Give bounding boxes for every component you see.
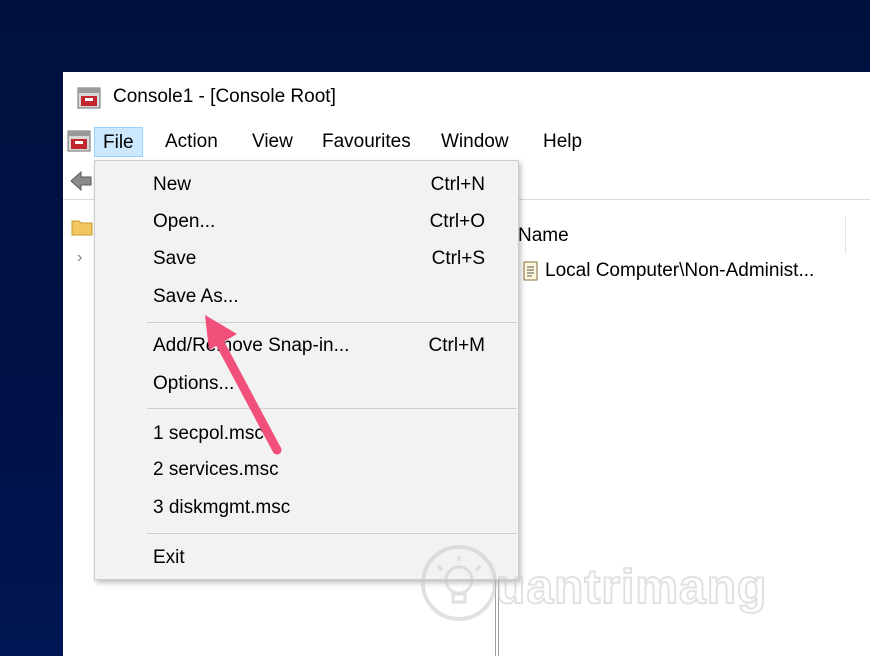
menu-item-label: New: [153, 174, 192, 195]
menu-item-label: Open...: [153, 211, 216, 232]
menu-item-label: Add/Remove Snap-in...: [153, 335, 350, 356]
menu-item-open[interactable]: Open... Ctrl+O: [95, 203, 518, 240]
system-menu-icon[interactable]: [67, 129, 91, 153]
menu-item-label: Save As...: [153, 286, 239, 307]
menu-item-new[interactable]: New Ctrl+N: [95, 166, 518, 203]
back-arrow-icon[interactable]: [69, 170, 93, 192]
menu-favourites[interactable]: Favourites: [314, 127, 419, 157]
column-separator[interactable]: [845, 216, 846, 254]
menu-help[interactable]: Help: [535, 127, 590, 157]
menu-item-options[interactable]: Options...: [95, 365, 518, 402]
list-item-label: Local Computer\Non-Administ...: [545, 260, 815, 281]
file-dropdown-menu: New Ctrl+N Open... Ctrl+O Save Ctrl+S Sa…: [94, 160, 519, 580]
chevron-right-icon[interactable]: ›: [77, 250, 89, 266]
menu-item-shortcut: Ctrl+M: [428, 335, 485, 356]
menu-item-shortcut: Ctrl+N: [430, 174, 485, 195]
menu-item-label: Exit: [153, 547, 185, 568]
menu-item-save-as[interactable]: Save As...: [95, 278, 518, 315]
menu-item-recent-3[interactable]: 3 diskmgmt.msc: [95, 489, 518, 526]
menu-item-recent-1[interactable]: 1 secpol.msc: [95, 415, 518, 452]
column-header-name[interactable]: Name: [518, 225, 569, 247]
menu-separator: [147, 322, 517, 323]
menu-item-label: 2 services.msc: [153, 459, 279, 480]
title-bar: Console1 - [Console Root]: [63, 72, 870, 124]
list-item[interactable]: Local Computer\Non-Administ...: [521, 260, 814, 282]
menu-window[interactable]: Window: [433, 127, 517, 157]
menu-item-add-remove-snap-in[interactable]: Add/Remove Snap-in... Ctrl+M: [95, 327, 518, 364]
mmc-app-icon: [77, 87, 101, 109]
menu-action[interactable]: Action: [157, 127, 226, 157]
menu-bar: File Action View Favourites Window Help: [63, 124, 870, 160]
policy-document-icon: [523, 261, 538, 281]
menu-separator: [147, 408, 517, 409]
menu-view[interactable]: View: [244, 127, 301, 157]
menu-separator: [147, 533, 517, 534]
window-title: Console1 - [Console Root]: [113, 86, 336, 107]
menu-item-save[interactable]: Save Ctrl+S: [95, 240, 518, 277]
menu-file[interactable]: File: [94, 127, 143, 157]
menu-item-exit[interactable]: Exit: [95, 539, 518, 576]
menu-item-label: 1 secpol.msc: [153, 423, 264, 444]
menu-item-shortcut: Ctrl+O: [429, 211, 485, 232]
menu-item-label: 3 diskmgmt.msc: [153, 497, 291, 518]
menu-item-recent-2[interactable]: 2 services.msc: [95, 451, 518, 488]
menu-item-label: Options...: [153, 373, 235, 394]
menu-item-shortcut: Ctrl+S: [431, 248, 485, 269]
menu-item-label: Save: [153, 248, 197, 269]
folder-icon[interactable]: [71, 218, 93, 236]
